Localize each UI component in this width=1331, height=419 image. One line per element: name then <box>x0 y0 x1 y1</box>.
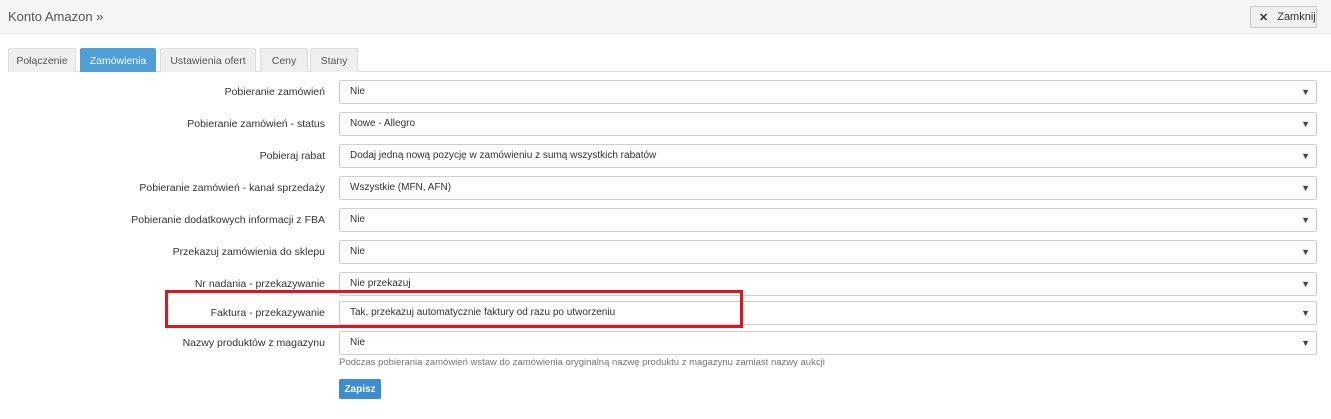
form-row-kanal-sprzedazy: Pobieranie zamówień - kanał sprzedaży Ws… <box>0 176 1331 200</box>
select-value: Nie <box>350 337 366 348</box>
chevron-down-icon: ▼ <box>1301 151 1310 161</box>
select-pobieranie-zamowien[interactable]: Nie ▼ <box>339 80 1317 104</box>
tab-zamowienia[interactable]: Zamówienia <box>80 48 156 72</box>
select-value: Nie przekazuj <box>350 278 411 289</box>
form-row-status: Pobieranie zamówień - status Nowe - Alle… <box>0 112 1331 136</box>
select-value: Wszystkie (MFN, AFN) <box>350 182 452 193</box>
select-fba[interactable]: Nie ▼ <box>339 208 1317 232</box>
window-header: Konto Amazon » ✕ Zamknij <box>0 0 1331 34</box>
chevron-down-icon: ▼ <box>1301 215 1310 225</box>
field-label: Nazwy produktów z magazynu <box>182 337 325 349</box>
select-value: Nie <box>350 246 366 257</box>
save-button[interactable]: Zapisz <box>339 379 381 399</box>
close-button[interactable]: ✕ Zamknij <box>1250 6 1317 28</box>
page-title: Konto Amazon » <box>8 9 104 24</box>
tab-polaczenie[interactable]: Połączenie <box>8 48 76 72</box>
chevron-down-icon: ▼ <box>1301 87 1310 97</box>
close-icon: ✕ <box>1259 11 1269 24</box>
field-label: Nr nadania - przekazywanie <box>194 278 325 290</box>
field-label: Pobieranie dodatkowych informacji z FBA <box>131 214 325 226</box>
chevron-down-icon: ▼ <box>1301 308 1310 318</box>
field-label: Faktura - przekazywanie <box>210 307 325 319</box>
form-row-przekazuj-do-sklepu: Przekazuj zamówienia do sklepu Nie ▼ <box>0 240 1331 264</box>
close-button-label: Zamknij <box>1277 11 1316 23</box>
select-value: Dodaj jedną nową pozycję w zamówieniu z … <box>350 150 657 161</box>
select-kanal-sprzedazy[interactable]: Wszystkie (MFN, AFN) ▼ <box>339 176 1317 200</box>
chevron-down-icon: ▼ <box>1301 338 1310 348</box>
select-przekazuj-do-sklepu[interactable]: Nie ▼ <box>339 240 1317 264</box>
field-label: Pobieranie zamówień - status <box>187 118 325 130</box>
select-value: Tak, przekazuj automatycznie faktury od … <box>350 307 616 318</box>
field-label: Pobieranie zamówień - kanał sprzedaży <box>139 182 325 194</box>
select-nazwy-produktow[interactable]: Nie ▼ <box>339 331 1317 355</box>
tab-ustawienia-ofert[interactable]: Ustawienia ofert <box>160 48 256 72</box>
select-value: Nowe - Allegro <box>350 118 416 129</box>
select-rabat[interactable]: Dodaj jedną nową pozycję w zamówieniu z … <box>339 144 1317 168</box>
select-nr-nadania[interactable]: Nie przekazuj ▼ <box>339 272 1317 296</box>
form-row-faktura: Faktura - przekazywanie Tak, przekazuj a… <box>0 301 1331 325</box>
select-status[interactable]: Nowe - Allegro ▼ <box>339 112 1317 136</box>
select-value: Nie <box>350 214 366 225</box>
form-row-nazwy-produktow: Nazwy produktów z magazynu Nie ▼ <box>0 331 1331 355</box>
tab-ceny[interactable]: Ceny <box>260 48 308 72</box>
field-hint: Podczas pobierania zamówień wstaw do zam… <box>339 357 825 368</box>
chevron-down-icon: ▼ <box>1301 119 1310 129</box>
field-label: Pobieraj rabat <box>259 150 325 162</box>
chevron-down-icon: ▼ <box>1301 247 1310 257</box>
field-label: Pobieranie zamówień <box>224 86 325 98</box>
tab-stany[interactable]: Stany <box>310 48 358 72</box>
select-faktura[interactable]: Tak, przekazuj automatycznie faktury od … <box>339 301 1317 325</box>
form-row-nr-nadania: Nr nadania - przekazywanie Nie przekazuj… <box>0 272 1331 296</box>
form-row-rabat: Pobieraj rabat Dodaj jedną nową pozycję … <box>0 144 1331 168</box>
tab-bar: Połączenie Zamówienia Ustawienia ofert C… <box>8 48 1331 72</box>
form-row-fba: Pobieranie dodatkowych informacji z FBA … <box>0 208 1331 232</box>
chevron-down-icon: ▼ <box>1301 279 1310 289</box>
field-label: Przekazuj zamówienia do sklepu <box>172 246 325 258</box>
form-row-pobieranie-zamowien: Pobieranie zamówień Nie ▼ <box>0 80 1331 104</box>
select-value: Nie <box>350 86 366 97</box>
chevron-down-icon: ▼ <box>1301 183 1310 193</box>
